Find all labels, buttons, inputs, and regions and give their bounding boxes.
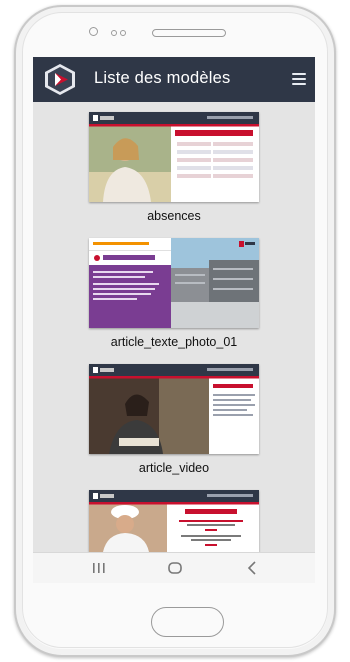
hardware-home-button[interactable] bbox=[151, 607, 224, 637]
app-bar: Liste des modèles bbox=[33, 57, 315, 102]
model-name: article_texte_photo_01 bbox=[110, 335, 238, 349]
app-screen: Liste des modèles absences article_texte… bbox=[33, 57, 315, 583]
app-logo-icon bbox=[45, 64, 75, 95]
camera-icon bbox=[89, 27, 98, 36]
model-thumbnail[interactable] bbox=[89, 364, 259, 454]
sensor-icon bbox=[111, 30, 117, 36]
hamburger-menu-icon[interactable] bbox=[292, 73, 306, 85]
system-navbar bbox=[33, 552, 315, 583]
model-list: absences article_texte_photo_01 article_… bbox=[33, 102, 315, 552]
model-name: absences bbox=[147, 209, 201, 223]
list-item-article-texte-photo[interactable]: article_texte_photo_01 bbox=[33, 238, 315, 350]
model-thumbnail[interactable] bbox=[89, 238, 259, 328]
back-icon[interactable] bbox=[231, 557, 271, 579]
model-thumbnail[interactable] bbox=[89, 490, 259, 552]
list-item-menu[interactable] bbox=[33, 490, 315, 552]
home-icon[interactable] bbox=[155, 557, 195, 579]
list-item-article-video[interactable]: article_video bbox=[33, 364, 315, 476]
model-thumbnail[interactable] bbox=[89, 112, 259, 202]
sensor-icon bbox=[120, 30, 126, 36]
list-item-absences[interactable]: absences bbox=[33, 112, 315, 224]
model-name: article_video bbox=[138, 461, 210, 475]
recent-apps-icon[interactable] bbox=[79, 557, 119, 579]
speaker-grille bbox=[152, 29, 226, 37]
page-title: Liste des modèles bbox=[94, 69, 231, 87]
